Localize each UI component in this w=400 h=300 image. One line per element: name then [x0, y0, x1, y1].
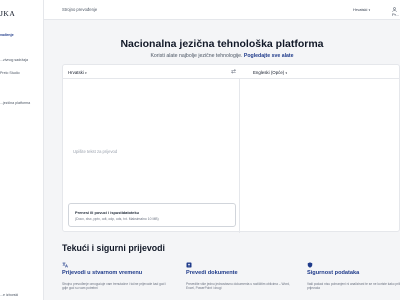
source-language-label: Hrvatski	[68, 70, 84, 75]
target-language-label: Engleski (Opće)	[253, 70, 285, 75]
feature-description: Vaši podaci nisu pohranjeni ni analizira…	[307, 282, 400, 291]
feature-title: Prijevodi u stvarnom vremenu	[62, 270, 143, 276]
feature-title: Sigurnost podataka	[307, 270, 360, 276]
sidebar-item-content[interactable]: ...zivnog sadržaja	[0, 58, 28, 62]
feature-title: Prevedi dokumente	[186, 270, 238, 276]
feature-description: Strojno prevođenje omogućuje vam trenuta…	[62, 282, 167, 291]
page-subtitle: Koristi alate najbolje jezične tehnologi…	[44, 53, 400, 59]
sidebar-item-studio[interactable]: Prelo Studio	[0, 71, 20, 75]
upload-title: Prenesi ili povuci i ispustidatoteku	[75, 210, 139, 215]
translator-header: Hrvatski ▾ ⇄ Engleski (Opće) ▾	[63, 65, 399, 79]
user-menu-button[interactable]: Pr...	[392, 7, 400, 17]
translate-icon	[62, 262, 68, 268]
chevron-down-icon: ▾	[85, 71, 87, 75]
top-bar: Strojno prevođenje Hrvatski ▾ Pr...	[44, 0, 400, 20]
sidebar-item-translation[interactable]: vođenje	[0, 33, 14, 37]
page-title: Nacionalna jezična tehnološka platforma	[120, 38, 324, 50]
sidebar: JKA vođenje ...zivnog sadržaja Prelo Stu…	[0, 0, 44, 300]
translator-card: Hrvatski ▾ ⇄ Engleski (Opće) ▾ Prenesi i…	[62, 64, 400, 233]
chevron-down-icon: ▾	[285, 71, 287, 75]
pane-divider	[239, 79, 240, 233]
sidebar-item-platform[interactable]: ...jezična platforma	[0, 101, 30, 105]
subtitle-text: Koristi alate najbolje jezične tehnologi…	[150, 53, 243, 59]
upload-icon	[186, 262, 192, 268]
sidebar-footer[interactable]: ...e izborski	[0, 293, 18, 297]
language-select[interactable]: Hrvatski ▾	[353, 7, 370, 12]
language-select-label: Hrvatski	[353, 7, 368, 12]
swap-languages-button[interactable]: ⇄	[231, 68, 236, 75]
page-breadcrumb: Strojno prevođenje	[62, 7, 98, 12]
swap-icon: ⇄	[231, 69, 237, 75]
app-logo[interactable]: JKA	[0, 9, 15, 18]
source-language-select[interactable]: Hrvatski ▾	[68, 70, 87, 75]
source-text-input[interactable]	[73, 149, 223, 169]
upload-description: (Docx, xlsx, pptx, odt, odp, ods, txt. M…	[75, 217, 159, 221]
all-tools-link[interactable]: Pogledajte sve alate	[244, 53, 294, 59]
shield-icon	[307, 262, 313, 268]
features-heading: Tekući i sigurni prijevodi	[62, 243, 165, 253]
file-upload-dropzone[interactable]: Prenesi ili povuci i ispustidatoteku (Do…	[68, 203, 236, 227]
user-name: Pr...	[392, 11, 400, 17]
chevron-down-icon: ▾	[368, 8, 371, 12]
target-language-select[interactable]: Engleski (Opće) ▾	[253, 70, 287, 75]
feature-description: Prevedite više jednu jednostavnu dokumen…	[186, 282, 290, 291]
